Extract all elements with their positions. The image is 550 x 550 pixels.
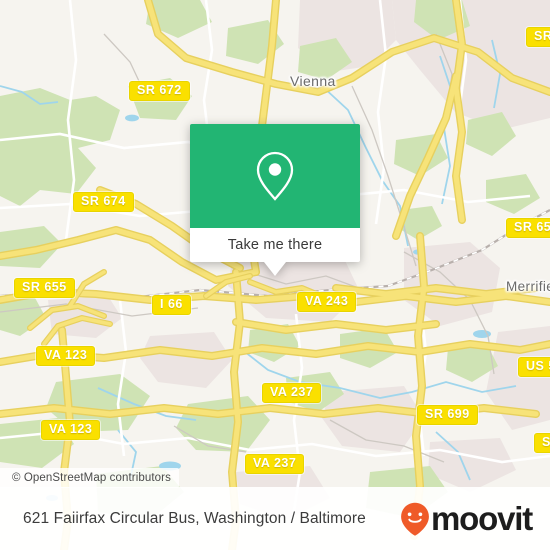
road-shield-i-66[interactable]: I 66 bbox=[152, 295, 191, 315]
road-shield-va-243[interactable]: VA 243 bbox=[297, 292, 357, 312]
road-shield-sr-672[interactable]: SR 672 bbox=[129, 81, 190, 101]
road-shield-sr-674[interactable]: SR 674 bbox=[73, 192, 134, 212]
moovit-wordmark: moovit bbox=[431, 500, 533, 537]
take-me-there-label: Take me there bbox=[227, 237, 323, 253]
footer-bar: 621 Faiirfax Circular Bus, Washington / … bbox=[0, 487, 550, 550]
road-shield-us-50[interactable]: US 50 bbox=[518, 357, 550, 377]
road-shield-sr-650[interactable]: SR 650 bbox=[506, 218, 550, 238]
road-shield-va-123-upper[interactable]: VA 123 bbox=[36, 346, 96, 366]
road-shield-va-237-lower[interactable]: VA 237 bbox=[245, 454, 305, 474]
moovit-brand[interactable]: moovit bbox=[400, 500, 533, 537]
popup-pointer-tail bbox=[264, 262, 286, 276]
road-shield-va-123-lower[interactable]: VA 123 bbox=[41, 420, 101, 440]
popup-header bbox=[190, 124, 360, 228]
page-title: 621 Faiirfax Circular Bus, Washington / … bbox=[23, 509, 366, 527]
road-shield-sr-top-right[interactable]: SR bbox=[526, 27, 550, 47]
road-shield-va-237-upper[interactable]: VA 237 bbox=[262, 383, 322, 403]
osm-attribution[interactable]: © OpenStreetMap contributors bbox=[0, 468, 179, 488]
map-pin-icon bbox=[256, 151, 294, 201]
road-shield-sr-bottom-right[interactable]: SR bbox=[534, 433, 550, 453]
map-screenshot: Vienna Merrifield SR 672 SR SR 674 SR 65… bbox=[0, 0, 550, 550]
road-shield-sr-699[interactable]: SR 699 bbox=[417, 405, 478, 425]
road-shield-sr-655[interactable]: SR 655 bbox=[14, 278, 75, 298]
popup-footer[interactable]: Take me there bbox=[190, 228, 360, 262]
location-popup-card[interactable]: Take me there bbox=[190, 124, 360, 276]
moovit-pin-logo-icon bbox=[401, 502, 429, 536]
